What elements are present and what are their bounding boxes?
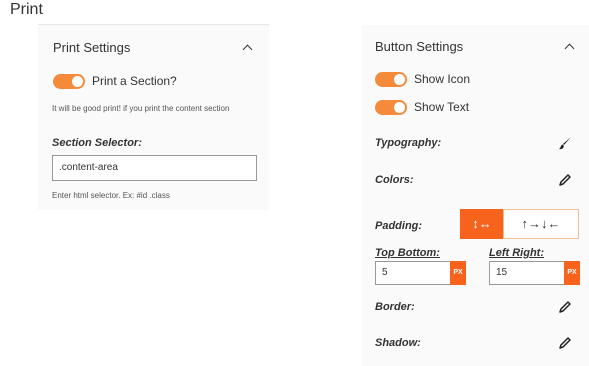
pencil-icon[interactable]	[558, 300, 572, 314]
print-settings-header[interactable]: Print Settings	[53, 40, 130, 55]
top-bottom-input[interactable]: 5 PX	[375, 261, 466, 285]
unit-badge[interactable]: PX	[564, 261, 580, 285]
button-settings-header[interactable]: Button Settings	[375, 39, 463, 54]
left-right-input[interactable]: 15 PX	[489, 261, 580, 285]
colors-label: Colors:	[375, 174, 414, 186]
print-section-label: Print a Section?	[92, 74, 177, 88]
padding-mode-linked[interactable]: ↕↔	[460, 209, 504, 239]
section-selector-label: Section Selector:	[52, 137, 142, 149]
show-icon-toggle[interactable]	[375, 72, 407, 87]
show-icon-label: Show Icon	[414, 72, 471, 86]
print-help-text: It will be good print! if you print the …	[52, 104, 230, 113]
border-label: Border:	[375, 301, 415, 313]
brush-icon[interactable]	[558, 136, 572, 150]
print-section-toggle[interactable]	[53, 74, 85, 89]
page-title: Print	[10, 1, 43, 18]
show-text-toggle[interactable]	[375, 100, 407, 115]
pencil-icon[interactable]	[558, 336, 572, 350]
top-bottom-value: 5	[382, 267, 388, 278]
left-right-label: Left Right:	[489, 247, 544, 259]
top-bottom-label: Top Bottom:	[375, 247, 440, 259]
pencil-icon[interactable]	[558, 173, 572, 187]
selector-help-text: Enter html selector. Ex: #id .class	[52, 191, 170, 200]
typography-label: Typography:	[375, 137, 442, 149]
padding-mode-individual[interactable]: ↑→↓←	[503, 209, 579, 239]
left-right-value: 15	[496, 267, 508, 278]
padding-label: Padding:	[375, 220, 423, 232]
show-text-label: Show Text	[414, 100, 470, 114]
shadow-label: Shadow:	[375, 337, 421, 349]
unit-badge[interactable]: PX	[450, 261, 466, 285]
section-selector-input[interactable]: .content-area	[52, 155, 257, 181]
